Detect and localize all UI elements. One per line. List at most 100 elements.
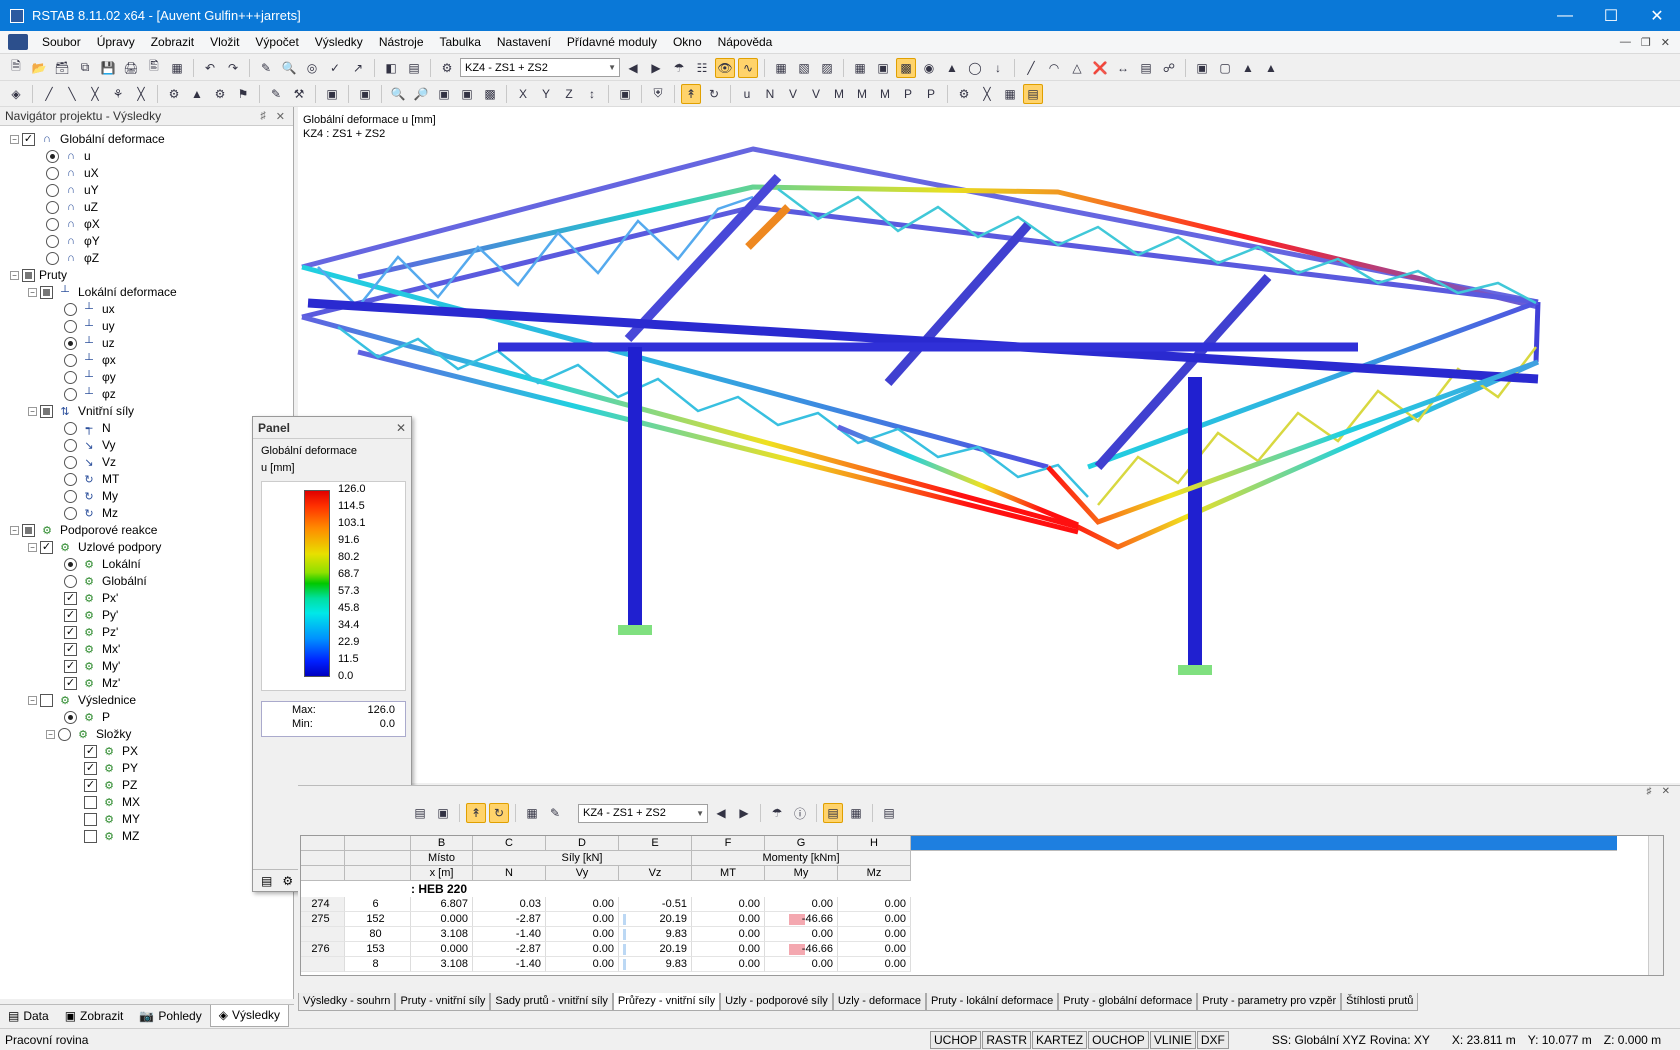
table-row[interactable]: 276 153 0.000 -2.87 0.00 20.19 0.00 -46.… [301, 942, 911, 957]
paint-icon[interactable]: ✎ [266, 84, 286, 104]
diagram-4-icon[interactable]: ⚘ [108, 84, 128, 104]
tree-item-local-phix[interactable]: ┴ φx [64, 351, 116, 369]
tree-item-global[interactable]: ⚙ Globální [64, 572, 147, 590]
document-icon[interactable] [8, 34, 28, 50]
copy-model-icon[interactable]: ⧉ [75, 58, 95, 78]
tab-members-buckling[interactable]: Pruty - parametry pro vzpěr [1197, 993, 1342, 1011]
table-grid-icon[interactable]: ▦ [1000, 84, 1020, 104]
print-icon[interactable]: 🖨 [121, 58, 141, 78]
zoom-all-icon[interactable]: ▣ [434, 84, 454, 104]
menu-okno[interactable]: Okno [665, 35, 710, 49]
open-model-icon[interactable]: 🗃 [52, 58, 72, 78]
delete-icon[interactable]: ❌ [1090, 58, 1110, 78]
color-scale-icon[interactable]: ▤ [261, 874, 272, 888]
table-settings-icon[interactable]: ▤ [879, 803, 899, 823]
result-N-icon[interactable]: N [760, 84, 780, 104]
tree-item-local-uz[interactable]: ┴ uz [64, 334, 115, 352]
deformation-icon[interactable]: ∿ [738, 57, 758, 78]
result-Vz-icon[interactable]: V [806, 84, 826, 104]
tab-zobrazit[interactable]: ▣ Zobrazit [57, 1009, 132, 1023]
table-results-icon[interactable]: ▤ [823, 803, 843, 823]
tree-item-uz[interactable]: ∩ uZ [46, 198, 98, 216]
table-close-icon[interactable]: ✕ [1662, 786, 1670, 800]
results-force-icon[interactable]: ↟ [681, 83, 701, 104]
grid-icon[interactable]: ▦ [850, 58, 870, 78]
load-icon[interactable]: ↓ [988, 58, 1008, 78]
tree-item-PZ[interactable]: ✓ ⚙ PZ [84, 776, 137, 794]
mdi-restore-icon[interactable]: ❐ [1641, 36, 1651, 49]
open-folder-icon[interactable]: 📂 [29, 58, 49, 78]
result-Mz-icon[interactable]: M [875, 84, 895, 104]
module-3-icon[interactable]: ▲ [1238, 58, 1258, 78]
line-icon[interactable]: ╱ [1021, 58, 1041, 78]
frame-icon[interactable]: ▣ [322, 84, 342, 104]
tree-resultant[interactable]: − ⚙ Výslednice [28, 691, 136, 709]
tree-item-Pz[interactable]: ✓ ⚙ Pz' [64, 623, 118, 641]
menu-vlozit[interactable]: Vložit [202, 35, 247, 49]
tree-support-reactions[interactable]: − ⚙ Podporové reakce [10, 521, 157, 539]
support-result-icon[interactable]: ⚙ [954, 84, 974, 104]
tree-item-Vz[interactable]: ↘ Vz [64, 453, 116, 471]
axis-z-icon[interactable]: Z [559, 84, 579, 104]
tree-item-Px[interactable]: ✓ ⚙ Px' [64, 589, 118, 607]
filter-icon[interactable]: ⚙ [282, 874, 293, 888]
result-MT-icon[interactable]: M [829, 84, 849, 104]
tree-members[interactable]: − Pruty [10, 266, 67, 284]
dimension-icon[interactable]: ↔ [1113, 58, 1133, 78]
panel-toggle-icon[interactable]: ▤ [1023, 83, 1043, 104]
check-icon[interactable]: ✓ [325, 58, 345, 78]
model-view-2-icon[interactable]: ▧ [794, 58, 814, 78]
cartesian-button[interactable]: KARTEZ [1032, 1030, 1088, 1049]
hinge-icon[interactable]: ◯ [965, 58, 985, 78]
menu-vypocet[interactable]: Výpočet [247, 35, 306, 49]
tree-item-MZ[interactable]: ⚙ MZ [84, 827, 139, 845]
tree-item-local-uy[interactable]: ┴ uy [64, 317, 115, 335]
support-reaction-icon[interactable]: ⚙ [164, 84, 184, 104]
table-columns-icon[interactable]: ▦ [522, 803, 542, 823]
menu-nastroje[interactable]: Nástroje [371, 35, 432, 49]
beam-icon[interactable]: ╳ [977, 84, 997, 104]
result-Pz-icon[interactable]: P [921, 84, 941, 104]
tab-members-local-def[interactable]: Pruty - lokální deformace [925, 993, 1059, 1011]
triangle-icon[interactable]: △ [1067, 58, 1087, 78]
results-grid[interactable]: B C D E F G H Místo Síly [kN] Momenty [k… [300, 835, 1664, 976]
tree-item-Mz[interactable]: ↻ Mz [64, 504, 118, 522]
tree-item-MX[interactable]: ⚙ MX [84, 793, 140, 811]
model-viewport[interactable]: Globální deformace u [mm] KZ4 : ZS1 + ZS… [298, 107, 1680, 783]
result-u-icon[interactable]: u [737, 84, 757, 104]
tab-pohledy[interactable]: 📷 Pohledy [131, 1009, 209, 1023]
tab-members-global-def[interactable]: Pruty - globální deformace [1058, 993, 1198, 1011]
search-icon[interactable]: 🔍 [279, 58, 299, 78]
tree-local-deformation[interactable]: − ┴ Lokální deformace [28, 283, 177, 301]
panel-left-icon[interactable]: ◧ [381, 58, 401, 78]
tree-item-MY[interactable]: ⚙ MY [84, 810, 140, 828]
measure-icon[interactable]: ▤ [1136, 58, 1156, 78]
minimize-button[interactable]: — [1542, 0, 1588, 31]
maximize-button[interactable]: ☐ [1588, 0, 1634, 31]
save-icon[interactable]: 💾 [98, 58, 118, 78]
table-nav-2-icon[interactable]: ▣ [433, 803, 453, 823]
tab-members-internal[interactable]: Pruty - vnitřní síly [395, 993, 491, 1011]
table-filter-1-icon[interactable]: ↟ [466, 803, 486, 823]
table-nav-1-icon[interactable]: ▤ [410, 803, 430, 823]
tree-item-My[interactable]: ↻ My [64, 487, 118, 505]
zoom-out-icon[interactable]: 🔎 [411, 84, 431, 104]
axis-x-icon[interactable]: X [513, 84, 533, 104]
tree-item-Py[interactable]: ✓ ⚙ Py' [64, 606, 118, 624]
diagram-2-icon[interactable]: ╲ [62, 84, 82, 104]
snap-button[interactable]: UCHOP [930, 1030, 982, 1049]
table-row[interactable]: 274 6 6.807 0.03 0.00 -0.51 0.00 0.00 0.… [301, 897, 911, 912]
render-icon[interactable]: ▣ [615, 84, 635, 104]
tree-global-deformation[interactable]: − ✓ ∩ Globální deformace [10, 130, 165, 148]
menu-nastaveni[interactable]: Nastavení [489, 35, 559, 49]
table-pin-icon[interactable]: ♯ [1647, 786, 1652, 800]
table-calc-icon[interactable]: ☂ [767, 803, 787, 823]
print-preview-icon[interactable]: 🖺 [144, 58, 164, 78]
tree-item-local-ux[interactable]: ┴ ux [64, 300, 115, 318]
tree-item-local-phiy[interactable]: ┴ φy [64, 368, 116, 386]
panel-grid-icon[interactable]: ▤ [404, 58, 424, 78]
axis-y-icon[interactable]: Y [536, 84, 556, 104]
diagram-5-icon[interactable]: ╳ [131, 84, 151, 104]
redo-icon[interactable]: ↷ [223, 58, 243, 78]
tab-results-summary[interactable]: Výsledky - souhrn [298, 993, 396, 1011]
